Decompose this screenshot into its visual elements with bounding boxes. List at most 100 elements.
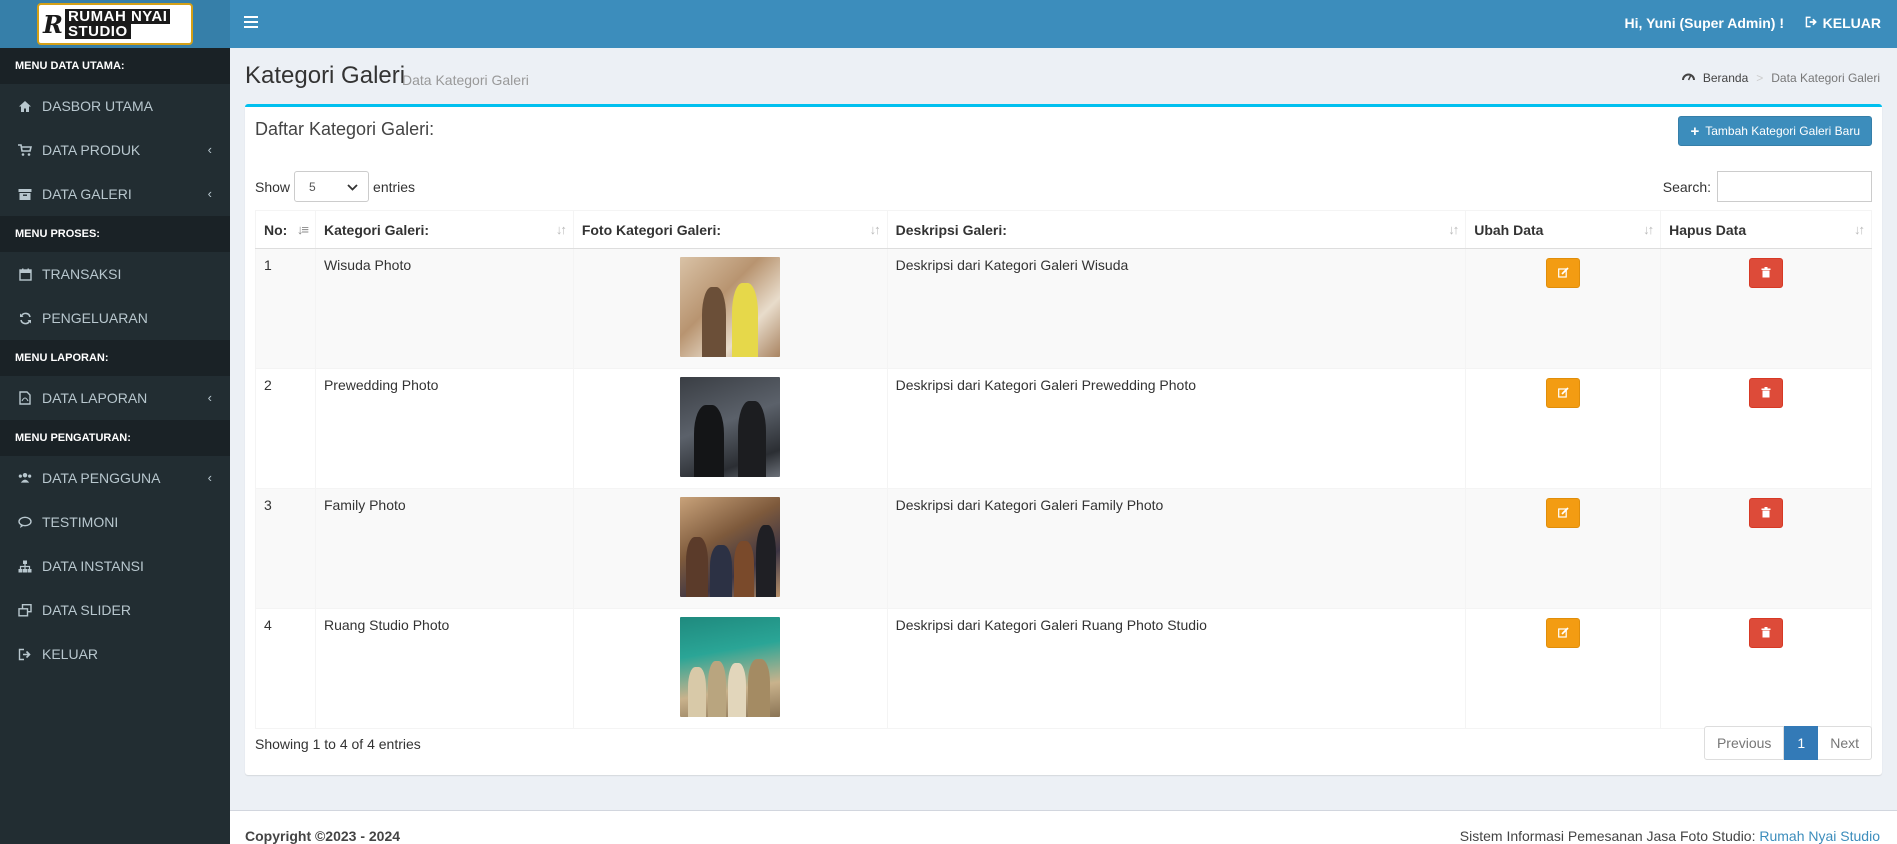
- delete-button[interactable]: [1749, 498, 1784, 528]
- table-row: 3 Family Photo Deskripsi dari Kategori G…: [255, 488, 1872, 609]
- pagination-previous[interactable]: Previous: [1703, 726, 1785, 760]
- calendar-icon: [18, 267, 32, 281]
- cell-foto: [573, 368, 888, 489]
- page-length-select[interactable]: 5: [294, 171, 370, 202]
- sidebar-item-laporan[interactable]: DATA LAPORAN ‹: [0, 376, 230, 420]
- kategori-galeri-box: Daftar Kategori Galeri: + Tambah Kategor…: [245, 104, 1882, 775]
- footer-copyright: Copyright ©2023 - 2024: [245, 828, 401, 844]
- edit-button[interactable]: [1546, 618, 1581, 648]
- kategori-photo: [680, 497, 781, 597]
- col-label: Deskripsi Galeri:: [895, 221, 1007, 238]
- breadcrumb-separator: >: [1756, 71, 1764, 85]
- sidebar-item-label: KELUAR: [42, 646, 99, 662]
- sidebar-item-transaksi[interactable]: TRANSAKSI: [0, 252, 230, 296]
- sidebar-item-label: TESTIMONI: [42, 514, 119, 530]
- logo-mark: R: [43, 9, 63, 39]
- edit-button[interactable]: [1546, 498, 1581, 528]
- sign-out-icon: [1805, 15, 1818, 31]
- edit-icon: [1557, 385, 1569, 401]
- cart-icon: [18, 143, 32, 157]
- cell-deskripsi: Deskripsi dari Kategori Galeri Preweddin…: [887, 368, 1467, 489]
- pagination: Previous 1 Next: [1703, 726, 1872, 760]
- entries-label: entries: [373, 178, 416, 195]
- menu-header-laporan: MENU LAPORAN:: [0, 340, 230, 376]
- sidebar-item-slider[interactable]: DATA SLIDER: [0, 588, 230, 632]
- col-header-foto[interactable]: Foto Kategori Galeri: ↓↑: [573, 210, 888, 249]
- cell-ubah: [1465, 368, 1662, 489]
- logo-area[interactable]: R RUMAH NYAI STUDIO: [0, 0, 230, 48]
- pagination-next[interactable]: Next: [1818, 726, 1872, 760]
- edit-button[interactable]: [1546, 258, 1581, 288]
- users-icon: [18, 471, 32, 485]
- breadcrumb-home[interactable]: Beranda: [1703, 71, 1748, 85]
- cell-kategori: Family Photo: [315, 488, 574, 609]
- sidebar-item-testimoni[interactable]: TESTIMONI: [0, 500, 230, 544]
- pagination-page-1[interactable]: 1: [1784, 726, 1819, 760]
- sidebar-item-label: DATA INSTANSI: [42, 558, 144, 574]
- sort-icon: ↓↑: [555, 222, 567, 237]
- add-button-label: Tambah Kategori Galeri Baru: [1705, 124, 1860, 138]
- dashboard-icon: [1681, 71, 1695, 85]
- cell-no: 3: [255, 488, 316, 609]
- sidebar-item-pengguna[interactable]: DATA PENGGUNA ‹: [0, 456, 230, 500]
- trash-icon: [1761, 625, 1771, 641]
- sort-icon: ↓↑: [1643, 222, 1654, 237]
- footer-link[interactable]: Rumah Nyai Studio: [1759, 828, 1880, 844]
- page-subtitle: Data Kategori Galeri: [402, 72, 529, 88]
- menu-header-pengaturan: MENU PENGATURAN:: [0, 420, 230, 456]
- user-greeting[interactable]: Hi, Yuni (Super Admin) !: [1625, 15, 1784, 31]
- search-label: Search:: [1662, 178, 1711, 195]
- top-navbar: Hi, Yuni (Super Admin) ! KELUAR: [230, 0, 1897, 48]
- sidebar-item-keluar[interactable]: KELUAR: [0, 632, 230, 676]
- archive-icon: [18, 187, 32, 201]
- logout-button[interactable]: KELUAR: [1805, 15, 1881, 31]
- col-header-hapus[interactable]: Hapus Data ↓↑: [1660, 210, 1872, 249]
- page-title: Kategori Galeri: [245, 62, 406, 89]
- delete-button[interactable]: [1749, 378, 1784, 408]
- chevron-down-icon: [347, 180, 358, 194]
- cell-foto: [573, 248, 888, 369]
- sidebar-item-galeri[interactable]: DATA GALERI ‹: [0, 172, 230, 216]
- sort-icon: ↓↑: [1448, 222, 1459, 237]
- edit-icon: [1557, 625, 1569, 641]
- breadcrumb: Beranda > Data Kategori Galeri: [1681, 71, 1880, 85]
- menu-header-data-utama: MENU DATA UTAMA:: [0, 48, 230, 84]
- search-input[interactable]: [1717, 171, 1872, 202]
- sitemap-icon: [18, 559, 32, 573]
- page-length-control: Show 5 entries: [255, 171, 415, 202]
- table-row: 1 Wisuda Photo Deskripsi dari Kategori G…: [255, 248, 1872, 369]
- edit-button[interactable]: [1546, 378, 1581, 408]
- sidebar: R RUMAH NYAI STUDIO MENU DATA UTAMA: DAS…: [0, 0, 230, 844]
- sign-out-icon: [18, 647, 32, 661]
- col-header-no[interactable]: No: ↓≡: [255, 210, 316, 249]
- delete-button[interactable]: [1749, 258, 1784, 288]
- delete-button[interactable]: [1749, 618, 1784, 648]
- col-label: Ubah Data: [1474, 221, 1544, 238]
- col-header-ubah[interactable]: Ubah Data ↓↑: [1465, 210, 1662, 249]
- table-row: 4 Ruang Studio Photo Deskripsi dari Kate…: [255, 608, 1872, 729]
- col-header-kategori[interactable]: Kategori Galeri: ↓↑: [315, 210, 574, 249]
- edit-icon: [1557, 505, 1569, 521]
- sidebar-item-instansi[interactable]: DATA INSTANSI: [0, 544, 230, 588]
- col-header-deskripsi[interactable]: Deskripsi Galeri: ↓↑: [887, 210, 1467, 249]
- cell-kategori: Prewedding Photo: [315, 368, 574, 489]
- sidebar-item-produk[interactable]: DATA PRODUK ‹: [0, 128, 230, 172]
- page-length-value: 5: [309, 179, 316, 194]
- add-kategori-button[interactable]: + Tambah Kategori Galeri Baru: [1678, 116, 1872, 146]
- cell-hapus: [1660, 488, 1872, 609]
- trash-icon: [1761, 265, 1771, 281]
- search-control: Search:: [1663, 171, 1872, 202]
- footer-info: Sistem Informasi Pemesanan Jasa Foto Stu…: [1460, 828, 1880, 844]
- brand-logo[interactable]: R RUMAH NYAI STUDIO: [37, 3, 193, 45]
- plus-icon: +: [1690, 122, 1700, 140]
- col-label: Kategori Galeri:: [323, 221, 429, 238]
- sidebar-item-dasbor[interactable]: DASBOR UTAMA: [0, 84, 230, 128]
- sidebar-item-pengeluaran[interactable]: PENGELUARAN: [0, 296, 230, 340]
- col-label: Foto Kategori Galeri:: [581, 221, 722, 238]
- logout-label: KELUAR: [1822, 15, 1881, 31]
- sort-icon: ↓↑: [869, 222, 881, 237]
- chevron-left-icon: ‹: [207, 142, 212, 157]
- cell-foto: [573, 608, 888, 729]
- show-label: Show: [255, 178, 291, 195]
- sidebar-toggle-icon[interactable]: [244, 16, 258, 28]
